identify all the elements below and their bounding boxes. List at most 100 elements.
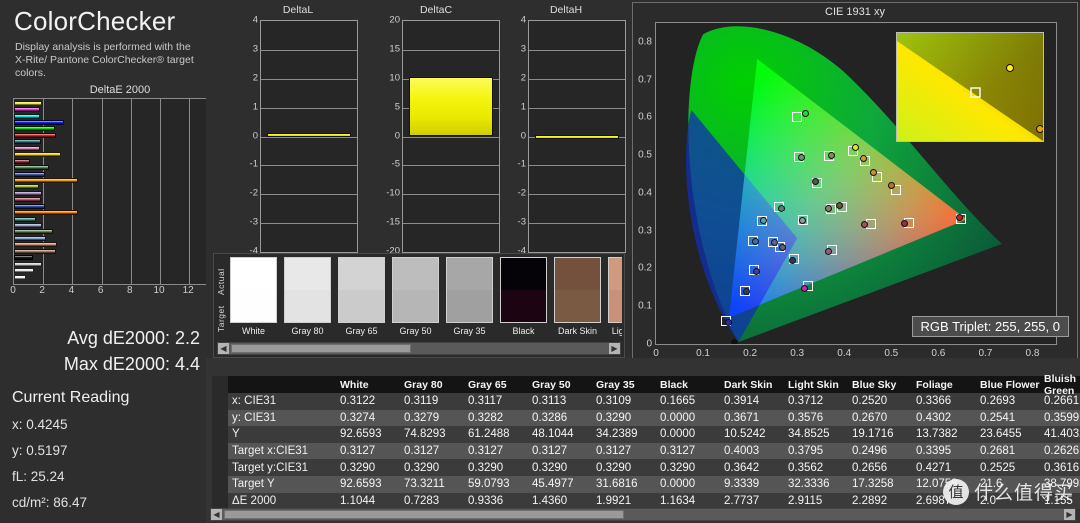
table-row-handle[interactable] — [212, 475, 228, 493]
table-cell: 2.7737 — [724, 494, 760, 507]
measurements-table: White Gray 80 Gray 65 Gray 50 Gray 35 Black Da… — [212, 373, 1080, 510]
table-cell: 0.3286 — [532, 411, 568, 424]
axis-tick: 1 — [520, 101, 526, 113]
axis-tick: 0 — [252, 130, 258, 141]
axis-tick: 10 — [389, 72, 400, 84]
gridline — [403, 165, 499, 167]
swatch-column[interactable]: Gray 80 — [284, 257, 331, 339]
table-bottom-scroll-thumb[interactable] — [224, 510, 624, 519]
table-row-handle[interactable] — [212, 393, 228, 410]
delta-e-bar — [14, 107, 41, 113]
delta-e-bar — [14, 197, 41, 203]
swatch-column[interactable]: Dark Skin — [554, 257, 601, 339]
table-row-handle[interactable] — [212, 492, 228, 510]
table-cell: 0.0000 — [660, 428, 696, 441]
table-cell: 73.3211 — [404, 478, 445, 491]
delta-e-bar — [14, 255, 33, 261]
table-row-handle[interactable] — [212, 442, 228, 460]
swatch-box — [446, 257, 493, 323]
axis-tick: -15 — [386, 216, 400, 228]
table-column-header[interactable]: Blue Flower — [978, 379, 1042, 391]
swatch-scroll-thumb[interactable] — [231, 344, 411, 353]
table-cell: 0.3576 — [788, 411, 824, 424]
swatch-scrollbar[interactable]: ◀ ▶ — [217, 342, 621, 355]
swatch-label: Gray 35 — [453, 326, 486, 336]
table-column-header[interactable]: Dark Skin — [722, 379, 786, 391]
table-bottom-scrollbar[interactable]: ◀ ▶ — [210, 508, 1076, 521]
swatch-column[interactable]: Gray 50 — [392, 257, 439, 339]
current-reading-cdm2: cd/m²: 86.47 — [12, 495, 88, 510]
table-cell: 19.1716 — [852, 428, 894, 441]
table-row-handle[interactable] — [212, 409, 228, 427]
swatch-box — [230, 257, 277, 323]
page-title: ColorChecker — [14, 6, 176, 36]
table-row-handle[interactable] — [212, 426, 228, 443]
delta-e-bar-row — [14, 274, 233, 280]
table-column-header[interactable]: White — [338, 379, 402, 391]
axis-tick: 0.3 — [638, 225, 652, 237]
table-cell: 2.6987 — [916, 494, 952, 507]
table-cell: 0.2520 — [852, 395, 888, 408]
table-column-header[interactable]: Gray 35 — [594, 379, 658, 391]
delta-bar — [535, 134, 619, 139]
gridline — [261, 49, 357, 51]
table-column-header[interactable]: Bluish Green — [1042, 373, 1080, 397]
table-cell: 0.9336 — [468, 494, 504, 507]
swatch-column[interactable]: Gray 35 — [446, 257, 493, 339]
table-column-header[interactable]: Gray 65 — [466, 379, 530, 391]
delta-e-bar — [14, 165, 50, 171]
swatch-column[interactable]: White — [230, 257, 277, 339]
table-cell: 0.3395 — [916, 445, 952, 458]
table-cell: 21.6 — [980, 478, 1003, 491]
table-cell: 0.3127 — [468, 445, 504, 458]
delta-bar — [267, 133, 351, 138]
delta-e-2000-chart: DeltaE 2000 02468101214 — [0, 84, 240, 319]
table-cell: 59.0793 — [468, 478, 510, 491]
table-row-label: ΔE 2000 — [232, 494, 277, 507]
swatch-target — [339, 290, 384, 322]
table-bottom-scroll-left-arrow[interactable]: ◀ — [211, 509, 222, 520]
axis-tick: 0 — [10, 285, 16, 296]
max-de2000-label: Max dE2000: 4.4 — [63, 354, 200, 374]
delta-l-plot-area — [260, 20, 358, 253]
axis-tick: 0.5 — [638, 149, 652, 161]
table-cell: 1.1044 — [340, 494, 376, 507]
delta-e-bar — [14, 242, 58, 248]
gridline — [403, 49, 499, 51]
gridline — [261, 78, 357, 80]
cie-measured-point — [859, 154, 867, 162]
table-row-handle[interactable] — [212, 459, 228, 476]
table-column-header[interactable]: Gray 50 — [530, 379, 594, 391]
table-column-header[interactable]: Blue Sky — [850, 379, 914, 391]
table-row: y: CIE31 0.3274 0.3279 0.3282 0.3286 0.3290 0.… — [212, 409, 1080, 427]
table-bottom-scroll-right-arrow[interactable]: ▶ — [1064, 509, 1075, 520]
swatch-scroll-left-arrow[interactable]: ◀ — [218, 343, 229, 354]
table-cell: 0.3282 — [468, 411, 504, 424]
axis-tick: 0.6 — [638, 111, 652, 123]
cie-measured-point — [836, 201, 844, 209]
swatch-column[interactable]: Light Skin — [608, 257, 622, 339]
cie-plot-area[interactable] — [655, 22, 1057, 345]
axis-tick: 2 — [39, 285, 45, 296]
axis-tick: 20 — [389, 14, 400, 26]
axis-tick: 0.4 — [638, 187, 652, 199]
table-column-header[interactable]: Light Skin — [786, 379, 850, 391]
table-column-header[interactable]: Black — [658, 379, 722, 391]
swatch-column[interactable]: Black — [500, 257, 547, 339]
swatch-actual — [609, 258, 622, 290]
table-column-header[interactable]: Gray 80 — [402, 379, 466, 391]
swatch-actual — [555, 258, 600, 290]
gridline — [403, 223, 499, 225]
table-cell: 0.3119 — [404, 395, 439, 408]
gridline — [529, 107, 625, 109]
delta-e-bar — [14, 261, 43, 267]
gridline — [529, 194, 625, 196]
cie-measured-point — [827, 152, 835, 160]
table-cell: 74.8293 — [404, 428, 446, 441]
swatch-scroll-right-arrow[interactable]: ▶ — [609, 343, 620, 354]
table-column-header[interactable]: Foliage — [914, 379, 978, 391]
swatch-column[interactable]: Gray 65 — [338, 257, 385, 339]
table-cell: 0.3642 — [724, 461, 760, 474]
delta-e-2000-x-axis: 02468101214 — [10, 285, 234, 303]
axis-tick: 0.8 — [638, 36, 652, 48]
